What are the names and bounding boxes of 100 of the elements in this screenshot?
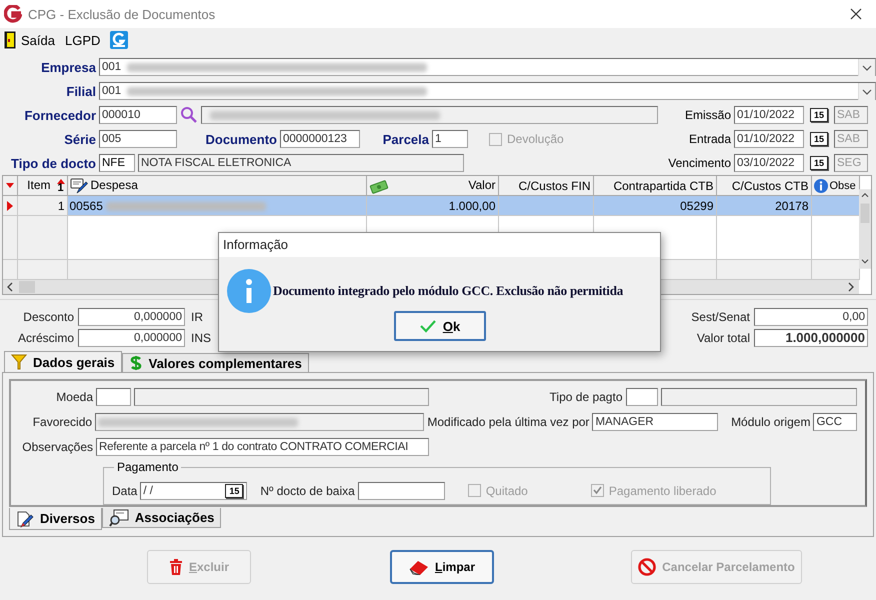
calendar-button[interactable]: 15 bbox=[810, 132, 828, 146]
text-field[interactable]: 0000000123 bbox=[280, 130, 360, 148]
field-label: Parcela bbox=[382, 132, 429, 146]
calendar-button[interactable]: 15 bbox=[810, 108, 828, 122]
dropdown-field[interactable]: 001 bbox=[99, 58, 876, 76]
amount-field[interactable]: 0,000000 bbox=[78, 308, 185, 326]
text-field[interactable] bbox=[626, 388, 658, 406]
ok-button[interactable]: Ok bbox=[394, 311, 486, 341]
door-icon[interactable] bbox=[4, 31, 16, 49]
field-value: 001 bbox=[102, 84, 122, 98]
field-value: / / bbox=[143, 484, 153, 498]
amount-field[interactable]: 1.000,000000 bbox=[754, 329, 868, 348]
pencil-document-icon bbox=[16, 510, 34, 528]
group-title: Pagamento bbox=[114, 460, 182, 474]
text-field[interactable]: MANAGER bbox=[592, 413, 718, 432]
text-field[interactable]: 1 bbox=[432, 130, 468, 148]
text-field[interactable] bbox=[96, 388, 131, 406]
table-cell: 1 bbox=[58, 198, 64, 212]
tab[interactable]: Dados gerais bbox=[4, 351, 122, 372]
dollar-icon bbox=[128, 355, 143, 371]
date-field[interactable]: / / 15 bbox=[140, 482, 248, 500]
field-label: Emissão bbox=[684, 108, 731, 122]
text-field[interactable]: NFE bbox=[99, 154, 135, 172]
dropdown-field[interactable]: 001 bbox=[99, 82, 876, 100]
field-label: Fornecedor bbox=[23, 108, 96, 122]
clear-button[interactable]: Limpar bbox=[390, 550, 494, 584]
description-field[interactable]: NOTA FISCAL ELETRONICA bbox=[138, 154, 464, 172]
field-label: Data bbox=[112, 484, 138, 498]
exit-button[interactable]: Saída bbox=[4, 31, 59, 49]
search-icon[interactable] bbox=[180, 106, 198, 124]
triangle-icon bbox=[4, 182, 15, 190]
window-title: CPG - Exclusão de Documentos bbox=[28, 6, 216, 22]
amount-field[interactable]: 0,00 bbox=[754, 308, 868, 326]
date-field[interactable]: 01/10/2022 bbox=[734, 106, 804, 124]
column-header[interactable]: Item 1 bbox=[17, 176, 67, 196]
lgpd-button[interactable]: LGPD bbox=[64, 32, 104, 48]
field-label: Acréscimo bbox=[16, 331, 74, 346]
field-value: 001 bbox=[102, 60, 122, 74]
date-field[interactable]: 03/10/2022 bbox=[734, 154, 804, 172]
tab[interactable]: Associações bbox=[102, 508, 222, 528]
dialog-title: Informação bbox=[219, 233, 660, 257]
text-field[interactable]: 005 bbox=[99, 130, 177, 148]
table-cell: 20178 bbox=[775, 198, 808, 212]
field-label: Nº docto de baixa bbox=[260, 484, 355, 498]
field-label: IR bbox=[191, 310, 203, 324]
note-pencil-icon bbox=[70, 178, 88, 194]
funnel-icon bbox=[11, 353, 27, 371]
row-pointer-icon bbox=[6, 200, 14, 212]
field-label: Moeda bbox=[55, 390, 93, 404]
description-field[interactable] bbox=[660, 388, 857, 406]
calendar-button[interactable]: 15 bbox=[810, 156, 828, 170]
check-icon bbox=[418, 319, 437, 333]
tab[interactable]: Diversos bbox=[9, 508, 102, 530]
field-label: Tipo de pagto bbox=[548, 390, 622, 404]
banknote-icon bbox=[368, 180, 388, 194]
checkbox-label: Devolução bbox=[507, 132, 564, 146]
text-field[interactable] bbox=[358, 482, 445, 500]
close-icon[interactable] bbox=[850, 8, 862, 20]
info-icon bbox=[227, 269, 271, 313]
tab[interactable]: Valores complementares bbox=[122, 353, 309, 372]
text-field[interactable]: Referente a parcela nº 1 do contrato CONTRATO COMERCIAI bbox=[96, 438, 429, 456]
logo-icon[interactable] bbox=[110, 31, 128, 49]
logo-icon bbox=[4, 5, 22, 23]
field-label: Modificado pela última vez por bbox=[427, 415, 590, 430]
text-field[interactable] bbox=[95, 413, 424, 432]
field-label: Observações bbox=[21, 440, 93, 454]
column-header[interactable]: C/Custos CTB bbox=[716, 176, 811, 196]
eraser-icon bbox=[408, 559, 429, 575]
date-field[interactable]: 01/10/2022 bbox=[734, 130, 804, 148]
table-cell: 00565 bbox=[70, 198, 103, 212]
checkbox-label: Pagamento liberado bbox=[608, 484, 716, 498]
magnifier-window-icon bbox=[108, 508, 129, 526]
trash-icon bbox=[168, 559, 183, 575]
column-header[interactable]: Obse bbox=[811, 176, 859, 196]
field-label: Sest/Senat bbox=[690, 310, 750, 324]
field-label: Vencimento bbox=[667, 156, 731, 170]
table-cell: 05299 bbox=[680, 198, 714, 212]
text-field[interactable]: 000010 bbox=[99, 106, 177, 124]
amount-field[interactable]: 0,000000 bbox=[78, 329, 185, 348]
column-header[interactable]: Contrapartida CTB bbox=[593, 176, 716, 196]
dialog-message: Documento integrado pelo módulo GCC. Exclusão não permitida bbox=[273, 283, 624, 299]
field-label: Entrada bbox=[688, 132, 731, 146]
field-label: Série bbox=[63, 132, 96, 146]
field-label: Documento bbox=[204, 132, 277, 146]
column-header[interactable]: C/Custos FIN bbox=[498, 176, 593, 196]
field-label: Filial bbox=[65, 84, 96, 98]
sort-indicator: 1 bbox=[56, 178, 64, 193]
field-label: Desconto bbox=[22, 310, 74, 324]
text-field[interactable]: GCC bbox=[813, 413, 857, 432]
info-icon bbox=[812, 178, 828, 194]
field-label: Favorecido bbox=[32, 415, 92, 430]
table-cell: 1.000,00 bbox=[448, 198, 496, 212]
column-header[interactable]: Valor bbox=[366, 176, 498, 196]
field-label: Empresa bbox=[40, 60, 96, 74]
calendar-button[interactable]: 15 bbox=[225, 484, 244, 498]
checkbox-label: Quitado bbox=[486, 484, 528, 498]
field-label: Tipo de docto bbox=[10, 156, 96, 170]
description-field[interactable] bbox=[134, 388, 429, 406]
column-header[interactable]: Despesa bbox=[67, 176, 366, 196]
field-label: INS bbox=[191, 331, 212, 346]
